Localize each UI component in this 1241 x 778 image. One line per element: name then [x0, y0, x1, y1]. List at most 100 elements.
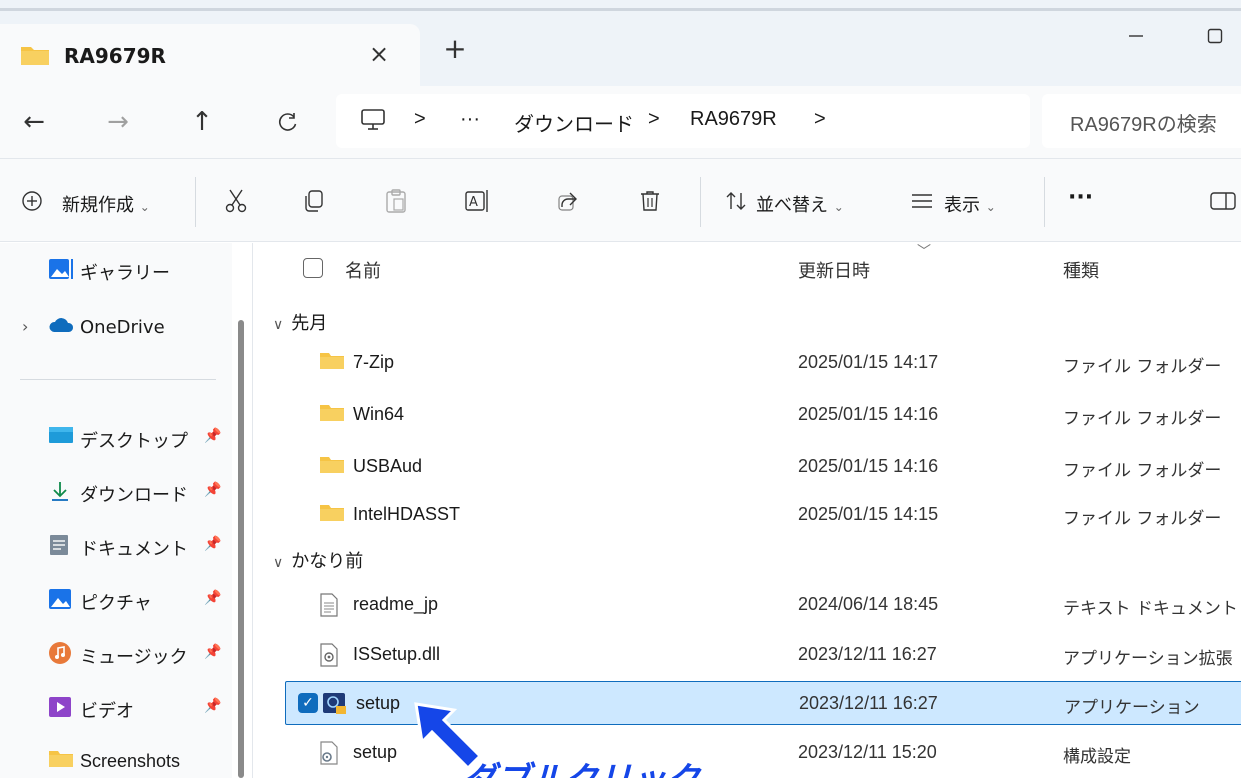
group-label: 先月: [291, 313, 328, 334]
sidebar-item-screenshots[interactable]: Screenshots: [0, 739, 232, 778]
sidebar-item-downloads[interactable]: ダウンロード 📌: [0, 469, 232, 513]
select-all-checkbox[interactable]: [303, 258, 323, 278]
more-options-button[interactable]: ···: [1068, 185, 1093, 210]
up-button[interactable]: ↑: [182, 102, 222, 142]
sort-icon-wrap[interactable]: [718, 183, 754, 219]
annotation-text: ダブルクリック: [462, 752, 700, 778]
maximize-icon: [1207, 28, 1223, 44]
file-date: 2025/01/15 14:16: [798, 456, 939, 476]
file-name: setup: [356, 693, 401, 713]
column-header-name[interactable]: 名前: [345, 257, 381, 283]
sidebar-item-pictures[interactable]: ピクチャ 📌: [0, 577, 232, 621]
view-icon-wrap[interactable]: [904, 183, 940, 219]
search-box[interactable]: RA9679Rの検索: [1042, 94, 1241, 148]
list-item[interactable]: USBAud 2025/01/15 14:16 ファイル フォルダー: [283, 445, 1241, 489]
list-item[interactable]: readme_jp 2024/06/14 18:45 テキスト ドキュメント: [283, 583, 1241, 627]
details-pane-button[interactable]: [1205, 183, 1241, 219]
new-button-icon[interactable]: [14, 183, 50, 219]
file-type: アプリケーション: [1064, 698, 1200, 718]
sidebar-item-documents[interactable]: ドキュメント 📌: [0, 523, 232, 567]
list-item[interactable]: ISSetup.dll 2023/12/11 16:27 アプリケーション拡張: [283, 633, 1241, 677]
sort-button[interactable]: 並べ替え ⌄: [756, 191, 844, 217]
address-toolbar: ← → ↑ > ··· ダウンロード > RA9679R > RA9679Rの検…: [0, 86, 1241, 158]
minimize-icon: [1129, 35, 1143, 37]
file-date: 2025/01/15 14:16: [798, 404, 939, 424]
breadcrumb-overflow[interactable]: ···: [460, 108, 480, 131]
search-input[interactable]: RA9679Rの検索: [1070, 108, 1217, 137]
file-type: ファイル フォルダー: [1063, 409, 1222, 429]
sidebar-item-music[interactable]: ミュージック 📌: [0, 631, 232, 675]
sidebar-item-label: OneDrive: [80, 317, 165, 338]
download-icon: [48, 479, 74, 503]
pin-icon[interactable]: 📌: [204, 428, 221, 444]
breadcrumb-ra9679r[interactable]: RA9679R: [690, 108, 777, 131]
rename-button[interactable]: A: [460, 183, 496, 219]
column-header-type[interactable]: 種類: [1063, 257, 1099, 283]
file-date: 2025/01/15 14:15: [798, 504, 939, 524]
pin-icon[interactable]: 📌: [204, 644, 221, 660]
chevron-right-icon[interactable]: ›: [22, 317, 28, 336]
sidebar-item-label: ドキュメント: [80, 539, 188, 560]
folder-icon: [319, 351, 344, 373]
close-tab-button[interactable]: ×: [362, 37, 396, 71]
refresh-button[interactable]: [268, 102, 308, 142]
sidebar-scrollbar[interactable]: [238, 320, 244, 778]
forward-button[interactable]: →: [98, 102, 138, 142]
sidebar-divider: [20, 379, 216, 380]
group-label: かなり前: [291, 551, 364, 572]
sidebar-item-gallery[interactable]: ギャラリー: [0, 247, 232, 291]
cut-button[interactable]: [218, 183, 254, 219]
gallery-icon: [48, 257, 74, 281]
list-item[interactable]: 7-Zip 2025/01/15 14:17 ファイル フォルダー: [283, 341, 1241, 385]
breadcrumb-separator[interactable]: >: [648, 108, 660, 131]
new-tab-button[interactable]: +: [438, 34, 472, 68]
paste-button[interactable]: [378, 183, 414, 219]
delete-button[interactable]: [632, 183, 668, 219]
file-type: ファイル フォルダー: [1063, 509, 1222, 529]
column-header-date[interactable]: 更新日時: [798, 257, 870, 283]
chevron-down-icon: ⌄: [833, 200, 844, 214]
address-bar[interactable]: > ··· ダウンロード > RA9679R >: [336, 94, 1030, 148]
sidebar-item-videos[interactable]: ビデオ 📌: [0, 685, 232, 729]
pin-icon[interactable]: 📌: [204, 536, 221, 552]
new-button[interactable]: 新規作成 ⌄: [62, 191, 150, 217]
copy-button[interactable]: [296, 183, 332, 219]
view-button[interactable]: 表示 ⌄: [944, 191, 996, 217]
back-button[interactable]: ←: [14, 102, 54, 142]
sort-button-label: 並べ替え: [756, 195, 828, 216]
list-item[interactable]: Win64 2025/01/15 14:16 ファイル フォルダー: [283, 393, 1241, 437]
file-type: ファイル フォルダー: [1063, 461, 1222, 481]
group-header-long-ago[interactable]: ∨ かなり前: [273, 547, 363, 573]
sort-caret-icon: ﹀: [917, 244, 931, 260]
sidebar-item-onedrive[interactable]: › OneDrive: [0, 305, 232, 349]
file-name: Win64: [353, 404, 405, 424]
minimize-button[interactable]: [1116, 18, 1156, 54]
share-button[interactable]: [550, 183, 586, 219]
folder-icon: [20, 44, 50, 70]
group-header-last-month[interactable]: ∨ 先月: [273, 309, 327, 335]
sidebar-item-label: ギャラリー: [80, 263, 170, 284]
list-item[interactable]: IntelHDASST 2025/01/15 14:15 ファイル フォルダー: [283, 493, 1241, 537]
breadcrumb-downloads[interactable]: ダウンロード: [514, 108, 634, 137]
checkmark-icon[interactable]: ✓: [298, 693, 318, 713]
pictures-icon: [48, 587, 74, 611]
toolbar-divider: [195, 177, 196, 227]
maximize-button[interactable]: [1195, 18, 1235, 54]
sidebar-item-desktop[interactable]: デスクトップ 📌: [0, 415, 232, 459]
pin-icon[interactable]: 📌: [204, 698, 221, 714]
tab-ra9679r[interactable]: RA9679R ×: [0, 24, 420, 86]
breadcrumb-separator[interactable]: >: [814, 108, 826, 131]
folder-icon: [48, 749, 74, 773]
sidebar-item-label: ダウンロード: [80, 485, 188, 506]
breadcrumb-separator[interactable]: >: [414, 108, 426, 131]
sidebar-item-label: ビデオ: [80, 701, 134, 722]
file-type: ファイル フォルダー: [1063, 357, 1222, 377]
pin-icon[interactable]: 📌: [204, 482, 221, 498]
file-name: ISSetup.dll: [353, 644, 441, 664]
toolbar-divider: [1044, 177, 1045, 227]
view-list-icon: [912, 194, 932, 208]
file-name: setup: [353, 742, 398, 762]
config-file-icon: [319, 741, 343, 765]
pin-icon[interactable]: 📌: [204, 590, 221, 606]
sidebar-item-label: Screenshots: [80, 751, 181, 771]
